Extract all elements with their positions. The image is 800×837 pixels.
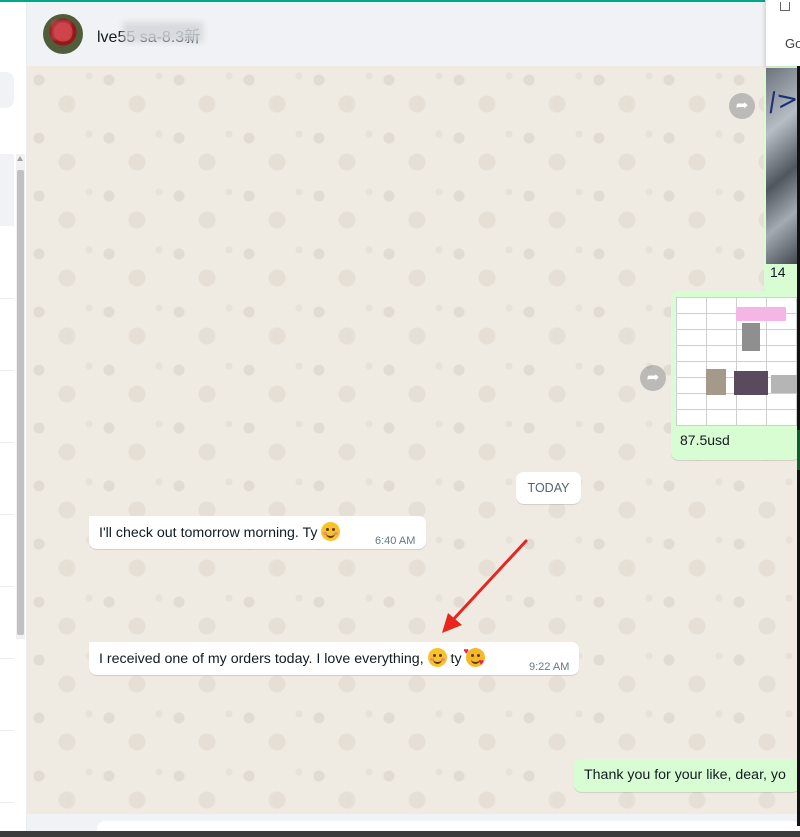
message-text-wrap: I received one of my orders today. I lov… bbox=[99, 646, 485, 669]
forward-icon[interactable]: ➦ bbox=[729, 93, 755, 119]
chat-list-divider bbox=[0, 730, 14, 731]
message-timestamp: 6:40 AM bbox=[375, 535, 416, 547]
photo-handwriting: /> bbox=[766, 84, 800, 118]
message-text-tail: ty bbox=[450, 651, 462, 667]
spreadsheet-header-cell bbox=[736, 307, 786, 321]
chat-list-divider bbox=[0, 298, 14, 299]
spreadsheet-photo[interactable] bbox=[676, 297, 800, 426]
product-thumbnail bbox=[734, 371, 768, 395]
image-caption: 14 bbox=[770, 264, 786, 280]
chat-list-item-selected[interactable] bbox=[0, 154, 14, 226]
taskbar-edge bbox=[0, 831, 800, 837]
product-thumbnail bbox=[706, 369, 726, 395]
browser-popup-panel[interactable]: Go bbox=[765, 0, 800, 66]
scroll-up-icon[interactable] bbox=[17, 156, 23, 161]
chat-list-divider bbox=[0, 586, 14, 587]
message-text: I received one of my orders today. I lov… bbox=[99, 651, 424, 667]
chat-list-divider bbox=[0, 658, 14, 659]
chat-list-sidebar bbox=[0, 2, 27, 837]
chat-list-divider bbox=[0, 802, 14, 803]
annotation-arrow-icon bbox=[442, 539, 528, 633]
chat-search-box[interactable] bbox=[0, 72, 14, 108]
forward-icon[interactable]: ➦ bbox=[640, 365, 666, 391]
chat-header[interactable]: lve5⁠5 sa-8.3新 bbox=[27, 2, 800, 66]
date-divider: TODAY bbox=[516, 472, 581, 504]
chat-list-divider bbox=[0, 514, 14, 515]
image-caption: 87.5usd bbox=[680, 432, 730, 448]
product-thumbnail bbox=[742, 323, 760, 351]
outgoing-message[interactable]: Thank you for your like, dear, yo bbox=[574, 759, 800, 792]
smiling-face-emoji-icon bbox=[321, 522, 341, 541]
sidebar-scrollbar-thumb[interactable] bbox=[17, 170, 24, 635]
message-text: I'll check out tomorrow morning. Ty bbox=[99, 525, 318, 541]
avatar-blur-mask bbox=[51, 20, 71, 40]
contact-avatar[interactable] bbox=[43, 14, 83, 54]
smiling-face-with-hearts-emoji-icon: ♥ ♥ bbox=[463, 646, 485, 667]
chat-list-divider bbox=[0, 442, 14, 443]
product-thumbnail bbox=[771, 375, 799, 393]
browser-panel-text[interactable]: Go bbox=[785, 36, 800, 51]
message-text-wrap: I'll check out tomorrow morning. Ty bbox=[99, 522, 341, 543]
incoming-message[interactable]: I received one of my orders today. I lov… bbox=[89, 642, 579, 675]
incoming-message[interactable]: I'll check out tomorrow morning. Ty 6:40… bbox=[89, 516, 426, 549]
message-text: Thank you for your like, dear, yo bbox=[584, 767, 786, 783]
contact-name-blur-mask bbox=[123, 22, 203, 42]
message-timestamp: 9:22 AM bbox=[529, 661, 570, 673]
checkbox-icon[interactable] bbox=[780, 2, 790, 11]
smiling-face-emoji-icon bbox=[427, 648, 447, 667]
chat-list-divider bbox=[0, 370, 14, 371]
